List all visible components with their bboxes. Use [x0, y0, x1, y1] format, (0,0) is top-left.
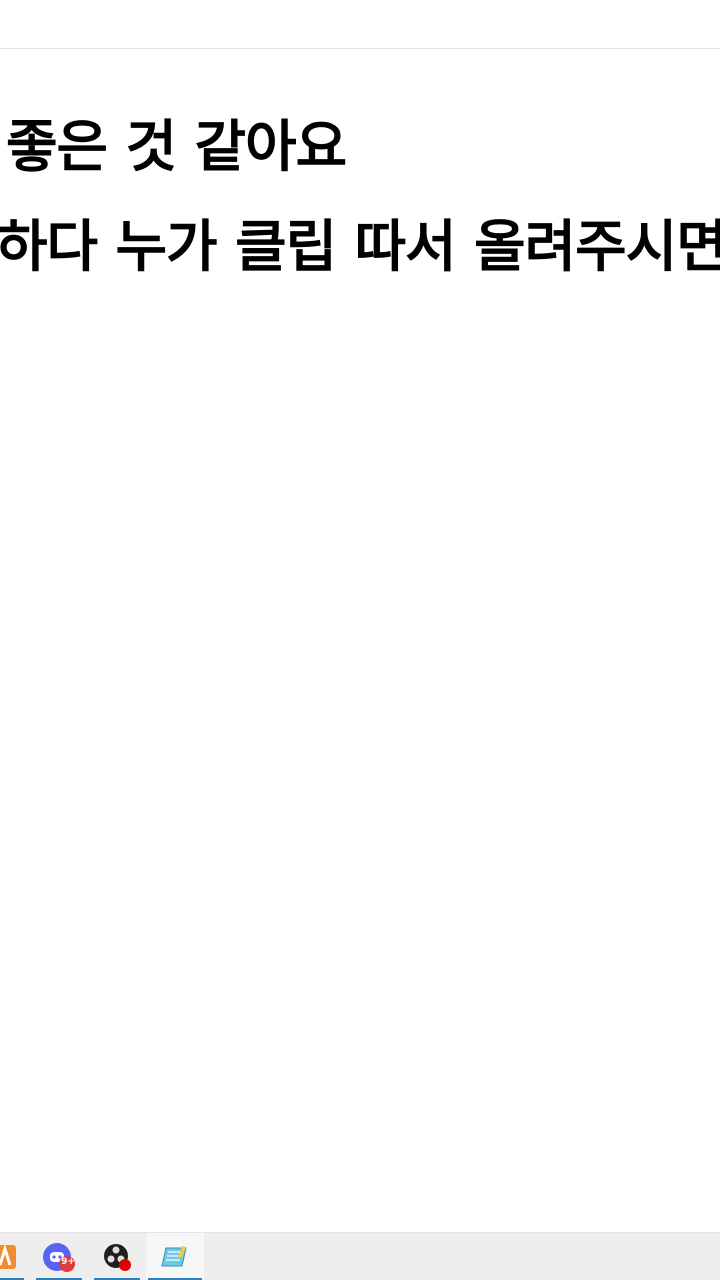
notepad-icon [161, 1245, 187, 1267]
text-editor-area[interactable]: 좋은 것 같아요 하다 누가 클립 따서 올려주시면 [0, 49, 720, 1232]
taskbar-app-chat[interactable]: 9+ [34, 1233, 84, 1280]
editor-top-bar [0, 0, 720, 49]
screen: 좋은 것 같아요 하다 누가 클립 따서 올려주시면 9+ [0, 0, 720, 1280]
orange-app-icon [0, 1243, 16, 1269]
editor-text-line-2: 하다 누가 클립 따서 올려주시면 [0, 215, 720, 280]
notification-badge: 9+ [61, 1257, 75, 1267]
taskbar-app-recorder[interactable] [92, 1233, 142, 1280]
obs-recording-icon [104, 1244, 131, 1271]
editor-text-line-1: 좋은 것 같아요 [6, 115, 347, 180]
taskbar-app-notepad[interactable] [146, 1233, 204, 1280]
taskbar: 9+ [0, 1232, 720, 1280]
taskbar-app-orange[interactable] [0, 1233, 26, 1280]
